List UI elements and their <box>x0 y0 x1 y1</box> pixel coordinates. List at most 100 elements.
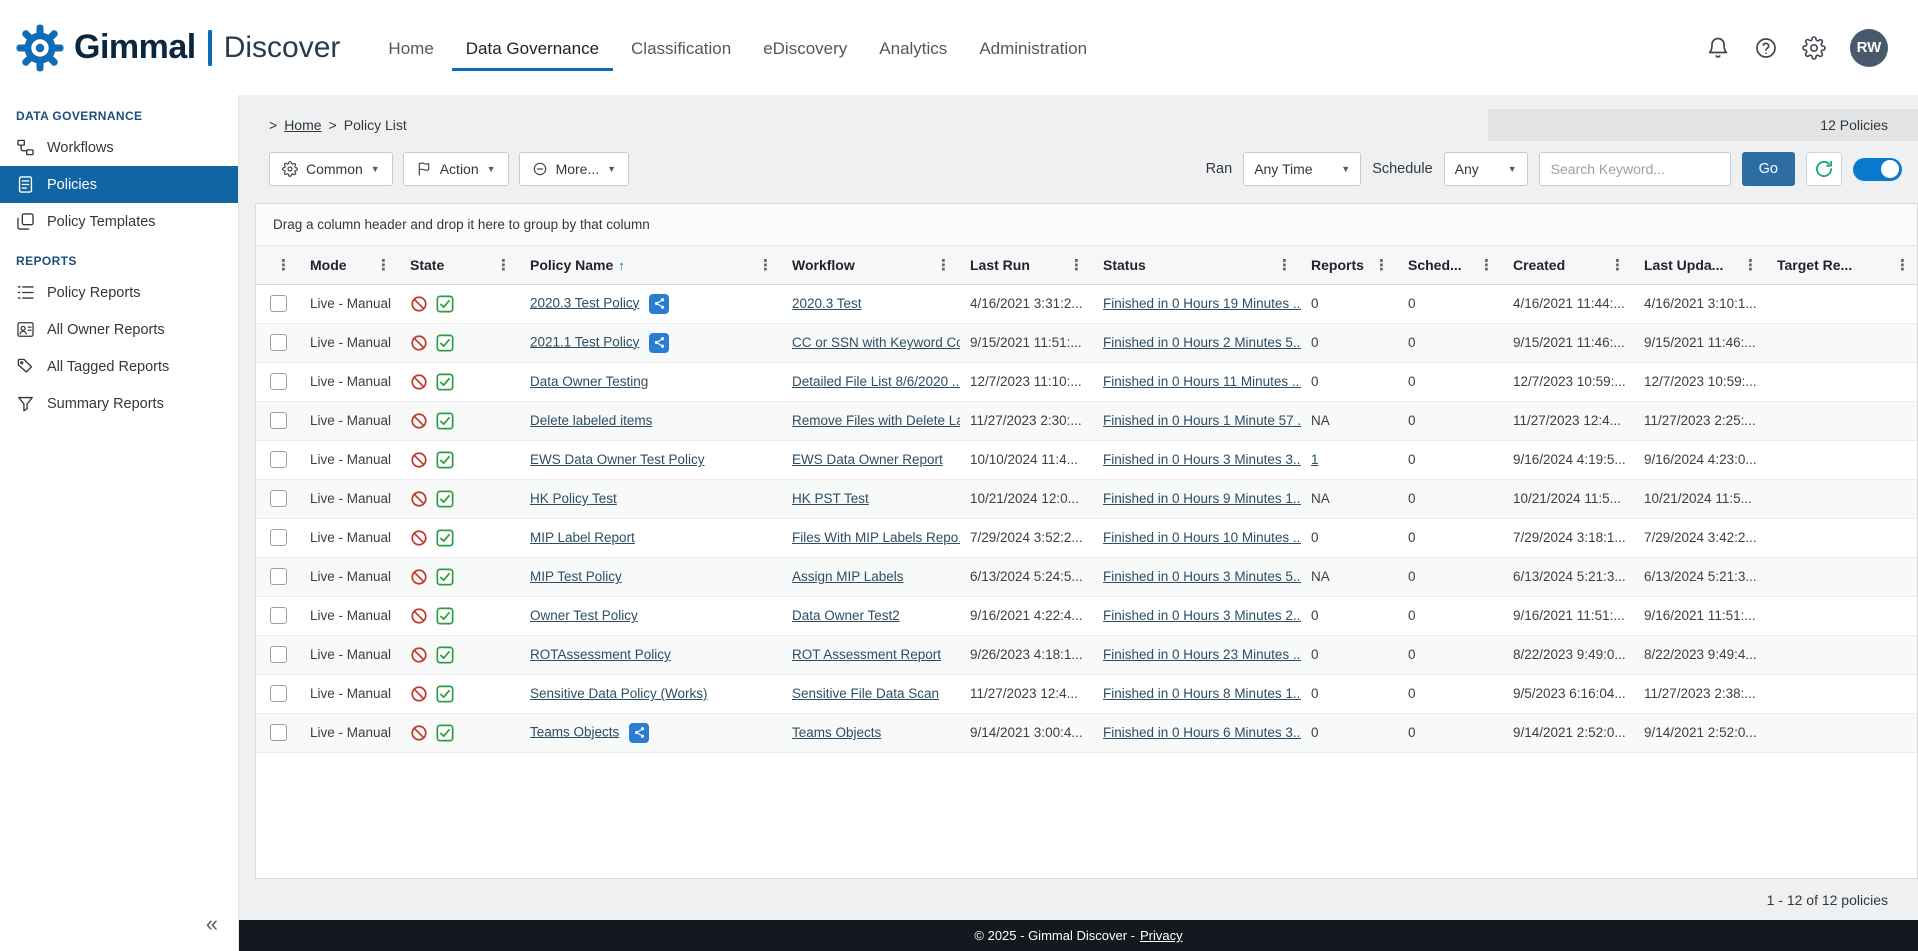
policy-name-link[interactable]: Teams Objects <box>530 724 619 739</box>
status-link[interactable]: Finished in 0 Hours 6 Minutes 3... <box>1103 725 1301 740</box>
common-button[interactable]: Common▼ <box>269 152 393 186</box>
status-link[interactable]: Finished in 0 Hours 2 Minutes 5... <box>1103 335 1301 350</box>
status-link[interactable]: Finished in 0 Hours 3 Minutes 2... <box>1103 608 1301 623</box>
policy-name-link[interactable]: 2021.1 Test Policy <box>530 334 639 349</box>
column-menu-icon[interactable]: ⋮ <box>276 256 291 274</box>
column-header-status[interactable]: Status⋮ <box>1093 246 1301 284</box>
policy-name-link[interactable]: MIP Test Policy <box>530 569 622 584</box>
column-header-state[interactable]: State⋮ <box>400 246 520 284</box>
nav-item-analytics[interactable]: Analytics <box>865 31 961 71</box>
search-input[interactable] <box>1539 152 1731 186</box>
status-link[interactable]: Finished in 0 Hours 23 Minutes ... <box>1103 647 1301 662</box>
status-link[interactable]: Finished in 0 Hours 1 Minute 57 ... <box>1103 413 1301 428</box>
column-header-last-run[interactable]: Last Run⋮ <box>960 246 1093 284</box>
column-menu-icon[interactable]: ⋮ <box>376 256 391 274</box>
nav-item-ediscovery[interactable]: eDiscovery <box>749 31 861 71</box>
status-link[interactable]: Finished in 0 Hours 11 Minutes ... <box>1103 374 1301 389</box>
policy-name-link[interactable]: MIP Label Report <box>530 530 635 545</box>
refresh-button[interactable] <box>1806 152 1842 186</box>
column-menu-icon[interactable]: ⋮ <box>1374 256 1389 274</box>
column-menu-icon[interactable]: ⋮ <box>1069 256 1084 274</box>
column-header-last-upda[interactable]: Last Upda...⋮ <box>1634 246 1767 284</box>
privacy-link[interactable]: Privacy <box>1140 928 1183 943</box>
column-menu-icon[interactable]: ⋮ <box>936 256 951 274</box>
row-checkbox[interactable] <box>270 490 287 507</box>
brand[interactable]: Gimmal Discover <box>16 24 340 72</box>
sidebar-item-summary-reports[interactable]: Summary Reports <box>0 385 238 422</box>
status-link[interactable]: Finished in 0 Hours 19 Minutes ... <box>1103 296 1301 311</box>
row-checkbox[interactable] <box>270 724 287 741</box>
status-link[interactable]: Finished in 0 Hours 10 Minutes ... <box>1103 530 1301 545</box>
column-menu-icon[interactable]: ⋮ <box>1610 256 1625 274</box>
notifications-bell-icon[interactable] <box>1706 36 1730 60</box>
column-menu-icon[interactable]: ⋮ <box>1743 256 1758 274</box>
nav-item-home[interactable]: Home <box>374 31 447 71</box>
share-icon[interactable] <box>649 294 669 314</box>
share-icon[interactable] <box>629 723 649 743</box>
policy-name-link[interactable]: ROTAssessment Policy <box>530 647 671 662</box>
workflow-link[interactable]: Detailed File List 8/6/2020 ... <box>792 374 960 389</box>
workflow-link[interactable]: Teams Objects <box>792 725 881 740</box>
action-button[interactable]: Action▼ <box>403 152 509 186</box>
column-menu-icon[interactable]: ⋮ <box>496 256 511 274</box>
go-button[interactable]: Go <box>1742 152 1795 186</box>
sidebar-item-workflows[interactable]: Workflows <box>0 129 238 166</box>
column-header-workflow[interactable]: Workflow⋮ <box>782 246 960 284</box>
nav-item-data-governance[interactable]: Data Governance <box>452 31 613 71</box>
workflow-link[interactable]: EWS Data Owner Report <box>792 452 943 467</box>
workflow-link[interactable]: Sensitive File Data Scan <box>792 686 939 701</box>
workflow-link[interactable]: 2020.3 Test <box>792 296 862 311</box>
status-link[interactable]: Finished in 0 Hours 9 Minutes 1... <box>1103 491 1301 506</box>
sidebar-collapse-button[interactable]: « <box>0 901 238 951</box>
column-header-policy-name[interactable]: Policy Name↑⋮ <box>520 246 782 284</box>
schedule-filter-select[interactable]: Any ▼ <box>1444 152 1528 186</box>
policy-name-link[interactable]: EWS Data Owner Test Policy <box>530 452 705 467</box>
workflow-link[interactable]: HK PST Test <box>792 491 869 506</box>
nav-item-administration[interactable]: Administration <box>965 31 1101 71</box>
column-menu-icon[interactable]: ⋮ <box>1479 256 1494 274</box>
nav-item-classification[interactable]: Classification <box>617 31 745 71</box>
policy-name-link[interactable]: Delete labeled items <box>530 413 652 428</box>
policy-name-link[interactable]: Sensitive Data Policy (Works) <box>530 686 708 701</box>
workflow-link[interactable]: Files With MIP Labels Repo... <box>792 530 960 545</box>
user-avatar[interactable]: RW <box>1850 29 1888 67</box>
sidebar-item-policy-reports[interactable]: Policy Reports <box>0 274 238 311</box>
select-column-header[interactable]: ⋮ <box>256 246 300 284</box>
row-checkbox[interactable] <box>270 334 287 351</box>
policy-name-link[interactable]: 2020.3 Test Policy <box>530 295 639 310</box>
row-checkbox[interactable] <box>270 529 287 546</box>
status-link[interactable]: Finished in 0 Hours 8 Minutes 1... <box>1103 686 1301 701</box>
status-link[interactable]: Finished in 0 Hours 3 Minutes 3... <box>1103 452 1301 467</box>
workflow-link[interactable]: Assign MIP Labels <box>792 569 904 584</box>
help-icon[interactable] <box>1754 36 1778 60</box>
sidebar-item-policy-templates[interactable]: Policy Templates <box>0 203 238 240</box>
row-checkbox[interactable] <box>270 646 287 663</box>
share-icon[interactable] <box>649 333 669 353</box>
column-header-target-re[interactable]: Target Re...⋮ <box>1767 246 1917 284</box>
sidebar-item-all-owner-reports[interactable]: All Owner Reports <box>0 311 238 348</box>
more-button[interactable]: More...▼ <box>519 152 630 186</box>
workflow-link[interactable]: ROT Assessment Report <box>792 647 941 662</box>
column-header-sched[interactable]: Sched...⋮ <box>1398 246 1503 284</box>
row-checkbox[interactable] <box>270 607 287 624</box>
column-menu-icon[interactable]: ⋮ <box>758 256 773 274</box>
sidebar-item-policies[interactable]: Policies <box>0 166 238 203</box>
row-checkbox[interactable] <box>270 412 287 429</box>
settings-gear-icon[interactable] <box>1802 36 1826 60</box>
workflow-link[interactable]: CC or SSN with Keyword Co... <box>792 335 960 350</box>
reports-link[interactable]: 1 <box>1311 452 1319 467</box>
ran-filter-select[interactable]: Any Time ▼ <box>1243 152 1361 186</box>
auto-refresh-toggle[interactable] <box>1853 158 1902 181</box>
row-checkbox[interactable] <box>270 295 287 312</box>
row-checkbox[interactable] <box>270 451 287 468</box>
column-header-created[interactable]: Created⋮ <box>1503 246 1634 284</box>
workflow-link[interactable]: Data Owner Test2 <box>792 608 900 623</box>
column-header-mode[interactable]: Mode⋮ <box>300 246 400 284</box>
row-checkbox[interactable] <box>270 568 287 585</box>
breadcrumb-home-link[interactable]: Home <box>284 117 321 133</box>
column-menu-icon[interactable]: ⋮ <box>1895 256 1910 274</box>
sidebar-item-all-tagged-reports[interactable]: All Tagged Reports <box>0 348 238 385</box>
workflow-link[interactable]: Remove Files with Delete La... <box>792 413 960 428</box>
column-header-reports[interactable]: Reports⋮ <box>1301 246 1398 284</box>
row-checkbox[interactable] <box>270 373 287 390</box>
